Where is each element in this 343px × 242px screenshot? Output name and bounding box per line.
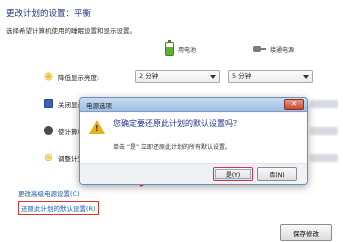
dialog-question: 您确定要还原此计划的默认设置吗？ xyxy=(113,119,241,128)
setting-label: 降低显示亮度: xyxy=(58,74,100,82)
select-value: 5 分钟 xyxy=(232,72,252,80)
no-button[interactable]: 否(N) xyxy=(257,167,297,181)
advanced-settings-link[interactable]: 更改高级电源设置(C) xyxy=(18,188,80,198)
blurred-control xyxy=(310,127,338,135)
battery-icon xyxy=(165,40,174,56)
plugged-column-label: 接通电源 xyxy=(270,46,295,54)
dialog-titlebar[interactable]: 电源选项 ✕ xyxy=(80,98,307,112)
sleep-icon xyxy=(44,126,53,135)
battery-column-label: 用电池 xyxy=(178,46,197,54)
power-plug-icon xyxy=(252,43,266,55)
brightness-icon xyxy=(44,72,53,81)
setting-row-dim-display: 降低显示亮度: 2 分钟 5 分钟 xyxy=(0,70,343,84)
dim-display-plugged-select[interactable]: 5 分钟 xyxy=(228,70,313,83)
dialog-body: ! 您确定要还原此计划的默认设置吗？ 单击 “是” 立即还原此计划的所有默认设置… xyxy=(80,113,307,163)
page-title: 更改计划的设置：平衡 xyxy=(6,9,92,19)
blurred-slider xyxy=(310,154,338,162)
brightness-adjust-icon xyxy=(44,153,53,162)
page-subtitle: 选择希望计算机使用的睡眠设置和显示设置。 xyxy=(6,27,136,35)
monitor-icon xyxy=(44,99,53,108)
warning-exclamation: ! xyxy=(95,124,99,133)
close-icon[interactable]: ✕ xyxy=(284,99,304,110)
chevron-down-icon xyxy=(210,75,216,79)
plugged-column-header: 接通电源 xyxy=(252,42,294,56)
dim-display-battery-select[interactable]: 2 分钟 xyxy=(135,70,220,83)
restore-defaults-link[interactable]: 还原此计划的默认设置(R) xyxy=(18,201,99,215)
chevron-down-icon xyxy=(303,75,309,79)
confirm-dialog: 电源选项 ✕ ! 您确定要还原此计划的默认设置吗？ 单击 “是” 立即还原此计划… xyxy=(79,97,308,185)
select-value: 2 分钟 xyxy=(139,72,159,80)
dialog-description: 单击 “是” 立即还原此计划的所有默认设置。 xyxy=(113,144,232,151)
blurred-control xyxy=(310,100,338,108)
save-changes-button[interactable]: 保存修改 xyxy=(280,224,332,241)
dialog-footer: 是(Y) 否(N) xyxy=(80,163,307,184)
dialog-title: 电源选项 xyxy=(86,102,112,110)
yes-button[interactable]: 是(Y) xyxy=(213,167,253,181)
battery-column-header: 用电池 xyxy=(165,40,197,56)
